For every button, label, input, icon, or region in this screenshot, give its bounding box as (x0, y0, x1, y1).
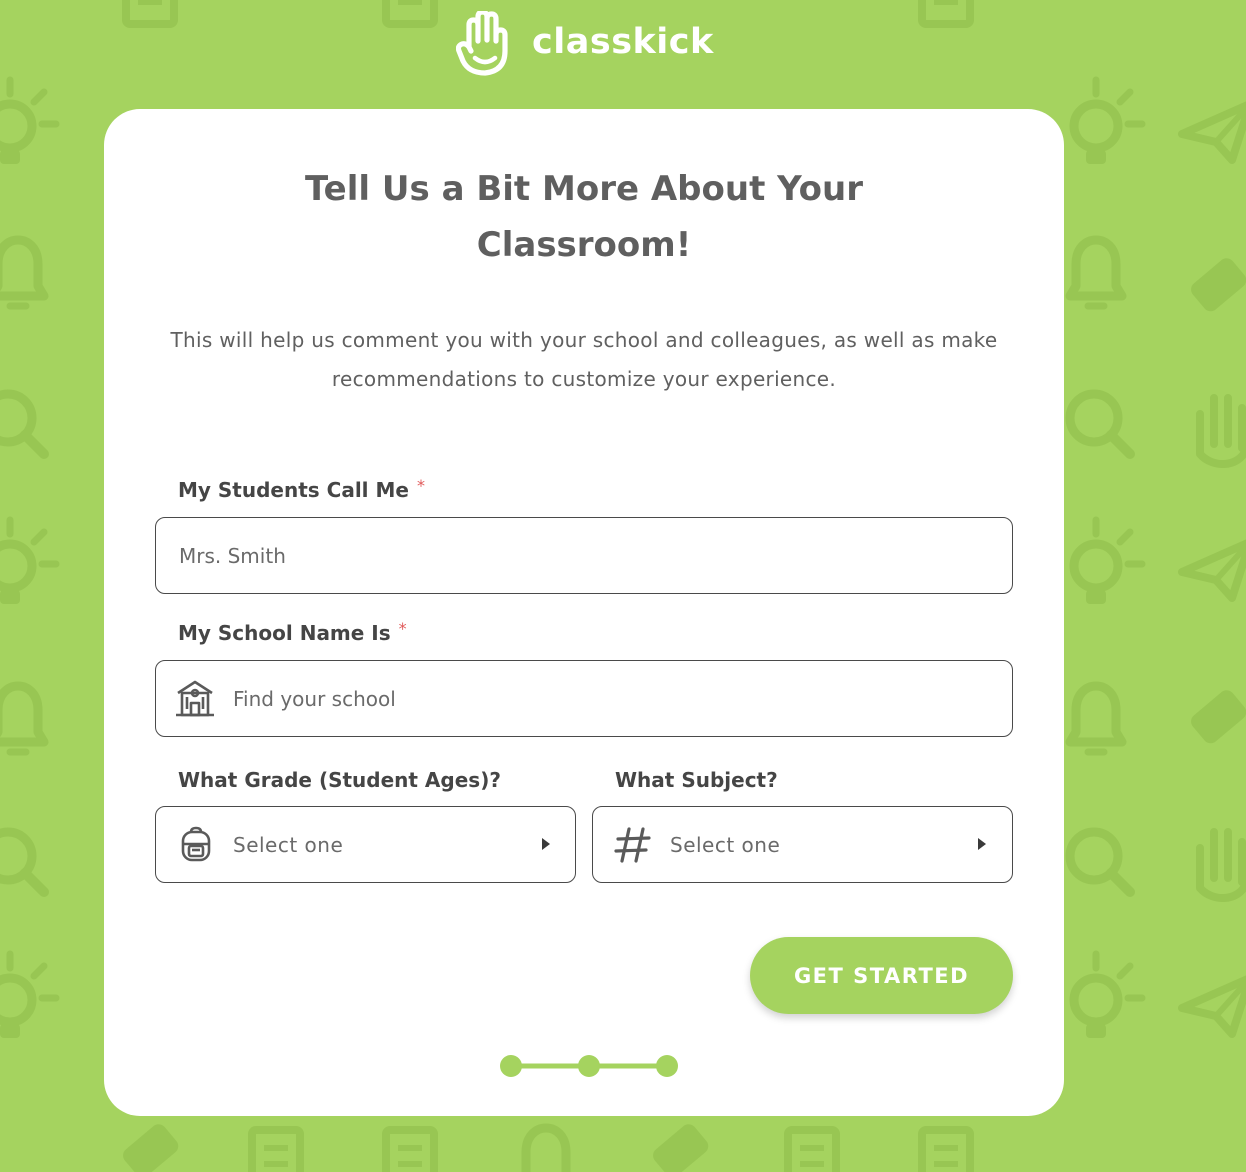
step-progress-indicator (500, 1055, 678, 1077)
classkick-logo: classkick (456, 10, 714, 78)
students-call-me-label: My Students Call Me * (178, 476, 425, 503)
page-title: Tell Us a Bit More About Your Classroom! (305, 169, 863, 265)
students-call-me-field[interactable]: Mrs. Smith (155, 517, 1013, 594)
caret-right-icon (978, 838, 986, 850)
hand-logo-icon (456, 11, 508, 76)
onboarding-card: Tell Us a Bit More About Your Classroom!… (104, 109, 1064, 1116)
subject-select[interactable]: Select one (592, 806, 1013, 883)
get-started-button[interactable]: GET STARTED (750, 937, 1013, 1014)
grade-select[interactable]: Select one (155, 806, 576, 883)
progress-step-dot (656, 1055, 678, 1077)
subject-label: What Subject? (615, 768, 778, 792)
page-subtitle: This will help us comment you with your … (170, 328, 998, 391)
brand-name: classkick (532, 22, 714, 62)
school-name-label: My School Name Is * (178, 619, 407, 646)
caret-right-icon (542, 838, 550, 850)
progress-step-dot (578, 1055, 600, 1077)
students-call-me-input[interactable]: Mrs. Smith (179, 544, 286, 568)
school-name-label-text: My School Name Is (178, 621, 391, 645)
required-asterisk: * (416, 476, 425, 495)
school-search-input[interactable]: Find your school (233, 687, 396, 711)
students-call-me-label-text: My Students Call Me (178, 478, 409, 502)
school-building-icon (176, 680, 214, 717)
subject-selected-value: Select one (670, 832, 781, 857)
school-name-field[interactable]: Find your school (155, 660, 1013, 737)
backpack-icon (181, 826, 211, 862)
hashtag-icon (614, 827, 651, 863)
required-asterisk: * (398, 619, 407, 638)
progress-step-dot (500, 1055, 522, 1077)
grade-selected-value: Select one (233, 832, 344, 857)
grade-label: What Grade (Student Ages)? (178, 768, 501, 792)
